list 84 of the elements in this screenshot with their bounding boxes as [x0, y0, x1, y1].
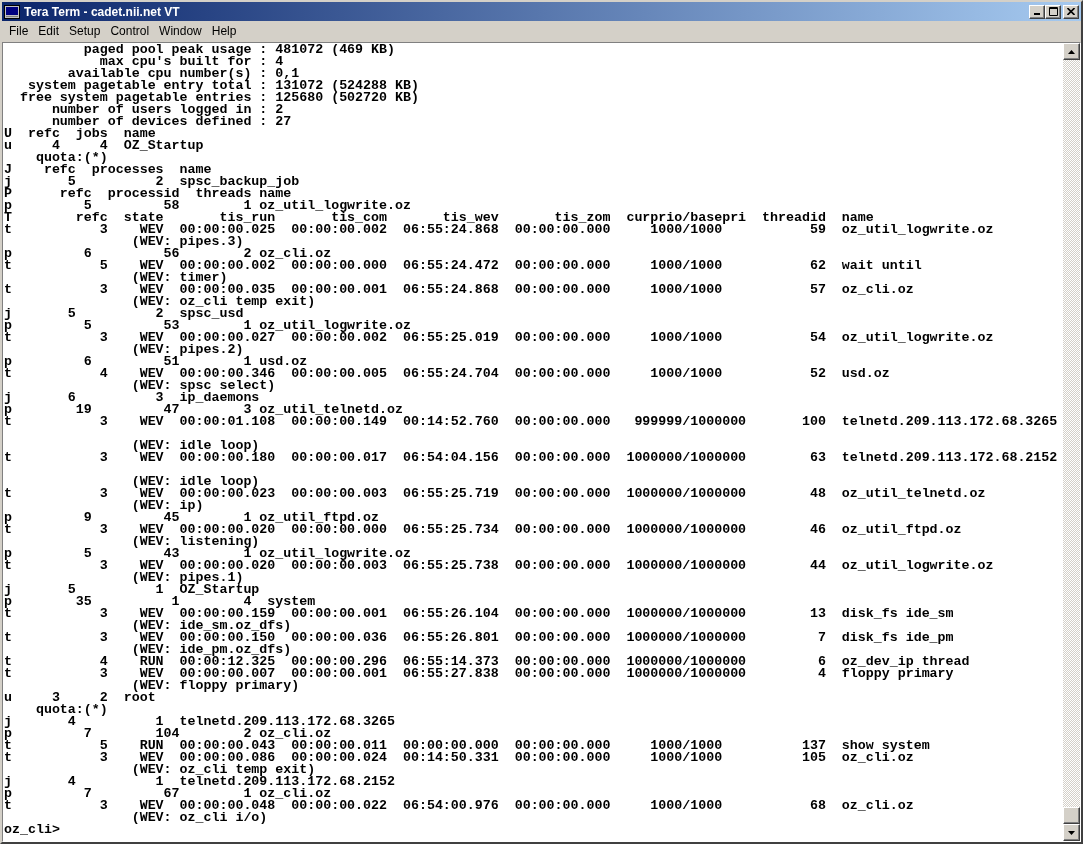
scroll-thumb[interactable]	[1063, 807, 1080, 824]
close-button[interactable]	[1063, 4, 1079, 19]
terminal-line: (WEV: pipes.3)	[130, 236, 244, 248]
terminal-line: number of devices defined : 27	[51, 116, 292, 128]
terminal-line: t 3 WEV 00:00:00.086 00:00:00.024 00:14:50.331 00:00:00.000 1000/1000 105 oz_cli.oz	[4, 752, 914, 764]
terminal-line: (WEV: oz_cli temp exit)	[130, 296, 316, 308]
terminal-line: j 4 1 telnetd.209.113.172.68.3265	[4, 716, 395, 728]
menu-item[interactable]: Help	[206, 22, 242, 40]
terminal-line: t 3 WEV 00:00:01.108 00:00:00.149 00:14:52.760 00:00:00.000 999999/1000000 100 telnetd.209.113.172.68.3265	[4, 416, 1058, 431]
scroll-down-button[interactable]	[1063, 824, 1080, 841]
terminal-line: t 5 WEV 00:00:00.002 00:00:00.000 06:55:24.472 00:00:00.000 1000/1000 62 wait until	[4, 260, 922, 272]
terminal-line: t 5 RUN 00:00:00.043 00:00:00.011 00:00:00.000 00:00:00.000 1000/1000 137 show system	[4, 740, 930, 752]
terminal-line: number of users logged in : 2	[50, 104, 284, 116]
terminal-line: T refc state tis_run tis_com tis_wev tis_zom curprio/basepri threadid name	[4, 212, 874, 224]
menu-item[interactable]: Setup	[64, 22, 106, 40]
terminal-line: t 3 WEV 00:00:00.007 00:00:00.001 06:55:27.838 00:00:00.000 1000000/1000000 4 floppy primary	[4, 668, 954, 680]
terminal-line: max cpu's built for : 4	[99, 56, 284, 68]
menu-item[interactable]: File	[4, 22, 34, 40]
maximize-icon	[1048, 7, 1058, 16]
terminal-line: j 5 1 OZ_Startup	[4, 584, 260, 596]
terminal-line: p 19 47 3 oz_util_telnetd.oz	[4, 404, 403, 416]
terminal-line: j 5 2 spsc_usd	[4, 308, 244, 320]
terminal-line: t 3 WEV 00:00:00.020 00:00:00.000 06:55:25.734 00:00:00.000 1000000/1000000 46 oz_util_ftpd.oz	[4, 524, 962, 536]
terminal-line: u 4 4 OZ_Startup	[4, 140, 204, 152]
terminal-line: p 5 43 1 oz_util_logwrite.oz	[4, 548, 411, 560]
terminal-line: j 4 1 telnetd.209.113.172.68.2152	[4, 776, 395, 788]
terminal-line: j 5 2 spsc_backup_job	[4, 176, 300, 188]
terminal-line: t 3 WEV 00:00:00.027 00:00:00.002 06:55:25.019 00:00:00.000 1000/1000 54 oz_util_logwrite.oz	[4, 332, 994, 344]
terminal-line: (WEV: timer)	[130, 272, 228, 284]
terminal-line: (WEV: ip)	[130, 500, 204, 512]
menu-item[interactable]: Edit	[33, 22, 65, 40]
terminal-line: (WEV: oz_cli temp exit)	[130, 764, 316, 776]
terminal-line: t 3 WEV 00:00:00.023 00:00:00.003 06:55:25.719 00:00:00.000 1000000/1000000 48 oz_util_telnetd.oz	[4, 488, 986, 500]
terminal-line: t 4 RUN 00:00:12.325 00:00:00.296 06:55:14.373 00:00:00.000 1000000/1000000 6 oz_dev_ip thread	[4, 656, 970, 668]
terminal-line: t 3 WEV 00:00:00.048 00:00:00.022 06:54:00.976 00:00:00.000 1000/1000 68 oz_cli.oz	[4, 800, 914, 812]
down-arrow-icon	[1068, 830, 1075, 835]
terminal-line: J refc processes name	[4, 164, 212, 176]
terminal-line: U refc jobs name	[4, 128, 156, 140]
menu-item[interactable]: Control	[105, 22, 155, 40]
terminal-line: system pagetable entry total : 131072 (524288 KB)	[27, 80, 419, 92]
terminal-line: quota:(*)	[34, 704, 108, 716]
maximize-button[interactable]	[1045, 4, 1061, 19]
terminal-line: free system pagetable entries : 125680 (502720 KB)	[18, 92, 419, 104]
terminal-line: available cpu number(s) : 0,1	[67, 68, 300, 80]
terminal-line: (WEV: oz_cli i/o)	[130, 812, 268, 824]
terminal-line: (WEV: pipes.2)	[130, 344, 244, 356]
terminal-line: p 5 58 1 oz_util_logwrite.oz	[4, 200, 411, 212]
scroll-up-button[interactable]	[1063, 43, 1080, 60]
vertical-scrollbar[interactable]	[1063, 43, 1080, 841]
terminal-line: t 3 WEV 00:00:00.159 00:00:00.001 06:55:26.104 00:00:00.000 1000000/1000000 13 disk_fs ide_sm	[4, 608, 954, 620]
terminal-line: (WEV: idle loop)	[130, 476, 260, 488]
terminal-line: oz_cli>	[4, 824, 60, 836]
up-arrow-icon	[1068, 49, 1075, 54]
terminal-line: t 3 WEV 00:00:00.035 00:00:00.001 06:55:24.868 00:00:00.000 1000/1000 57 oz_cli.oz	[4, 284, 914, 296]
terminal-line: (WEV: ide_sm.oz_dfs)	[130, 620, 292, 632]
terminal-line: (WEV: pipes.1)	[130, 572, 244, 584]
app-icon	[4, 4, 20, 19]
terminal-line: (WEV: listening)	[130, 536, 260, 548]
menu-item[interactable]: Window	[154, 22, 207, 40]
terminal-line: p 7 67 1 oz_cli.oz	[4, 788, 332, 800]
terminal-line: p 35 1 4 system	[4, 596, 316, 608]
minimize-icon	[1034, 12, 1040, 15]
minimize-button[interactable]	[1029, 4, 1045, 19]
terminal-line: p 6 56 2 oz_cli.oz	[4, 248, 332, 260]
close-icon	[1067, 8, 1075, 15]
terminal-line: p 6 51 1 usd.oz	[4, 356, 308, 368]
terminal-line: paged pool peak usage : 481072 (469 KB)	[82, 44, 395, 56]
terminal-line: (WEV: floppy primary)	[131, 680, 300, 692]
terminal-line: p 9 45 1 oz_util_ftpd.oz	[4, 512, 380, 524]
window-title: Tera Term - cadet.nii.net VT	[24, 4, 180, 19]
terminal-line: j 6 3 ip_daemons	[4, 392, 260, 404]
terminal-line: p 7 104 2 oz_cli.oz	[4, 728, 332, 740]
terminal-line: t 4 WEV 00:00:00.346 00:00:00.005 06:55:24.704 00:00:00.000 1000/1000 52 usd.oz	[4, 368, 890, 380]
terminal-line: (WEV: ide_pm.oz_dfs)	[130, 644, 292, 656]
terminal-line: t 3 WEV 00:00:00.025 00:00:00.002 06:55:24.868 00:00:00.000 1000/1000 59 oz_util_logwrite.oz	[4, 224, 994, 236]
terminal-line: P refc processid threads name	[4, 188, 292, 200]
terminal-line: t 3 WEV 00:00:00.150 00:00:00.036 06:55:26.801 00:00:00.000 1000000/1000000 7 disk_fs ide_pm	[4, 632, 954, 644]
terminal-line: (WEV: spsc select)	[130, 380, 276, 392]
terminal-line: u 3 2 root	[4, 692, 156, 704]
terminal-line: t 3 WEV 00:00:00.180 00:00:00.017 06:54:04.156 00:00:00.000 1000000/1000000 63 telnetd.209.113.172.68.2152	[4, 452, 1058, 467]
terminal-line: t 3 WEV 00:00:00.020 00:00:00.003 06:55:25.738 00:00:00.000 1000000/1000000 44 oz_util_logwrite.oz	[4, 560, 994, 572]
terminal-line: (WEV: idle loop)	[130, 440, 260, 452]
terminal-line: p 5 53 1 oz_util_logwrite.oz	[4, 320, 411, 332]
terminal-line: quota:(*)	[34, 152, 108, 164]
